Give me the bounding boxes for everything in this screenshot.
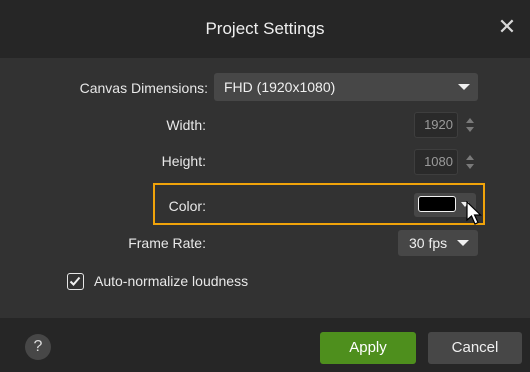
auto-normalize-checkbox[interactable] — [67, 273, 84, 290]
cancel-button[interactable]: Cancel — [428, 332, 522, 364]
width-stepper[interactable] — [465, 112, 475, 138]
mouse-pointer-icon — [466, 201, 482, 225]
help-button[interactable]: ? — [25, 334, 51, 360]
color-swatch — [418, 196, 456, 212]
height-label: Height: — [161, 153, 206, 169]
width-input[interactable]: 1920 — [414, 112, 458, 138]
canvas-dimensions-value: FHD (1920x1080) — [224, 79, 336, 95]
color-label: Color: — [168, 198, 206, 214]
chevron-down-icon — [457, 240, 469, 246]
stepper-up-icon[interactable] — [466, 155, 474, 160]
canvas-dimensions-label: Canvas Dimensions: — [79, 80, 208, 96]
frame-rate-dropdown[interactable]: 30 fps — [398, 230, 478, 256]
width-label: Width: — [166, 117, 206, 133]
stepper-up-icon[interactable] — [466, 118, 474, 123]
frame-rate-value: 30 fps — [409, 235, 448, 251]
checkmark-icon — [69, 276, 81, 286]
frame-rate-label: Frame Rate: — [128, 235, 206, 251]
chevron-down-icon — [458, 84, 470, 90]
dialog-title: Project Settings — [205, 19, 325, 38]
apply-button[interactable]: Apply — [320, 332, 416, 364]
stepper-down-icon[interactable] — [466, 164, 474, 169]
close-icon[interactable]: ✕ — [494, 14, 520, 40]
height-input[interactable]: 1080 — [414, 149, 458, 175]
stepper-down-icon[interactable] — [466, 127, 474, 132]
auto-normalize-label: Auto-normalize loudness — [94, 273, 249, 289]
title-bar: Project Settings ✕ — [0, 0, 530, 58]
height-stepper[interactable] — [465, 149, 475, 175]
canvas-dimensions-dropdown[interactable]: FHD (1920x1080) — [214, 73, 478, 101]
